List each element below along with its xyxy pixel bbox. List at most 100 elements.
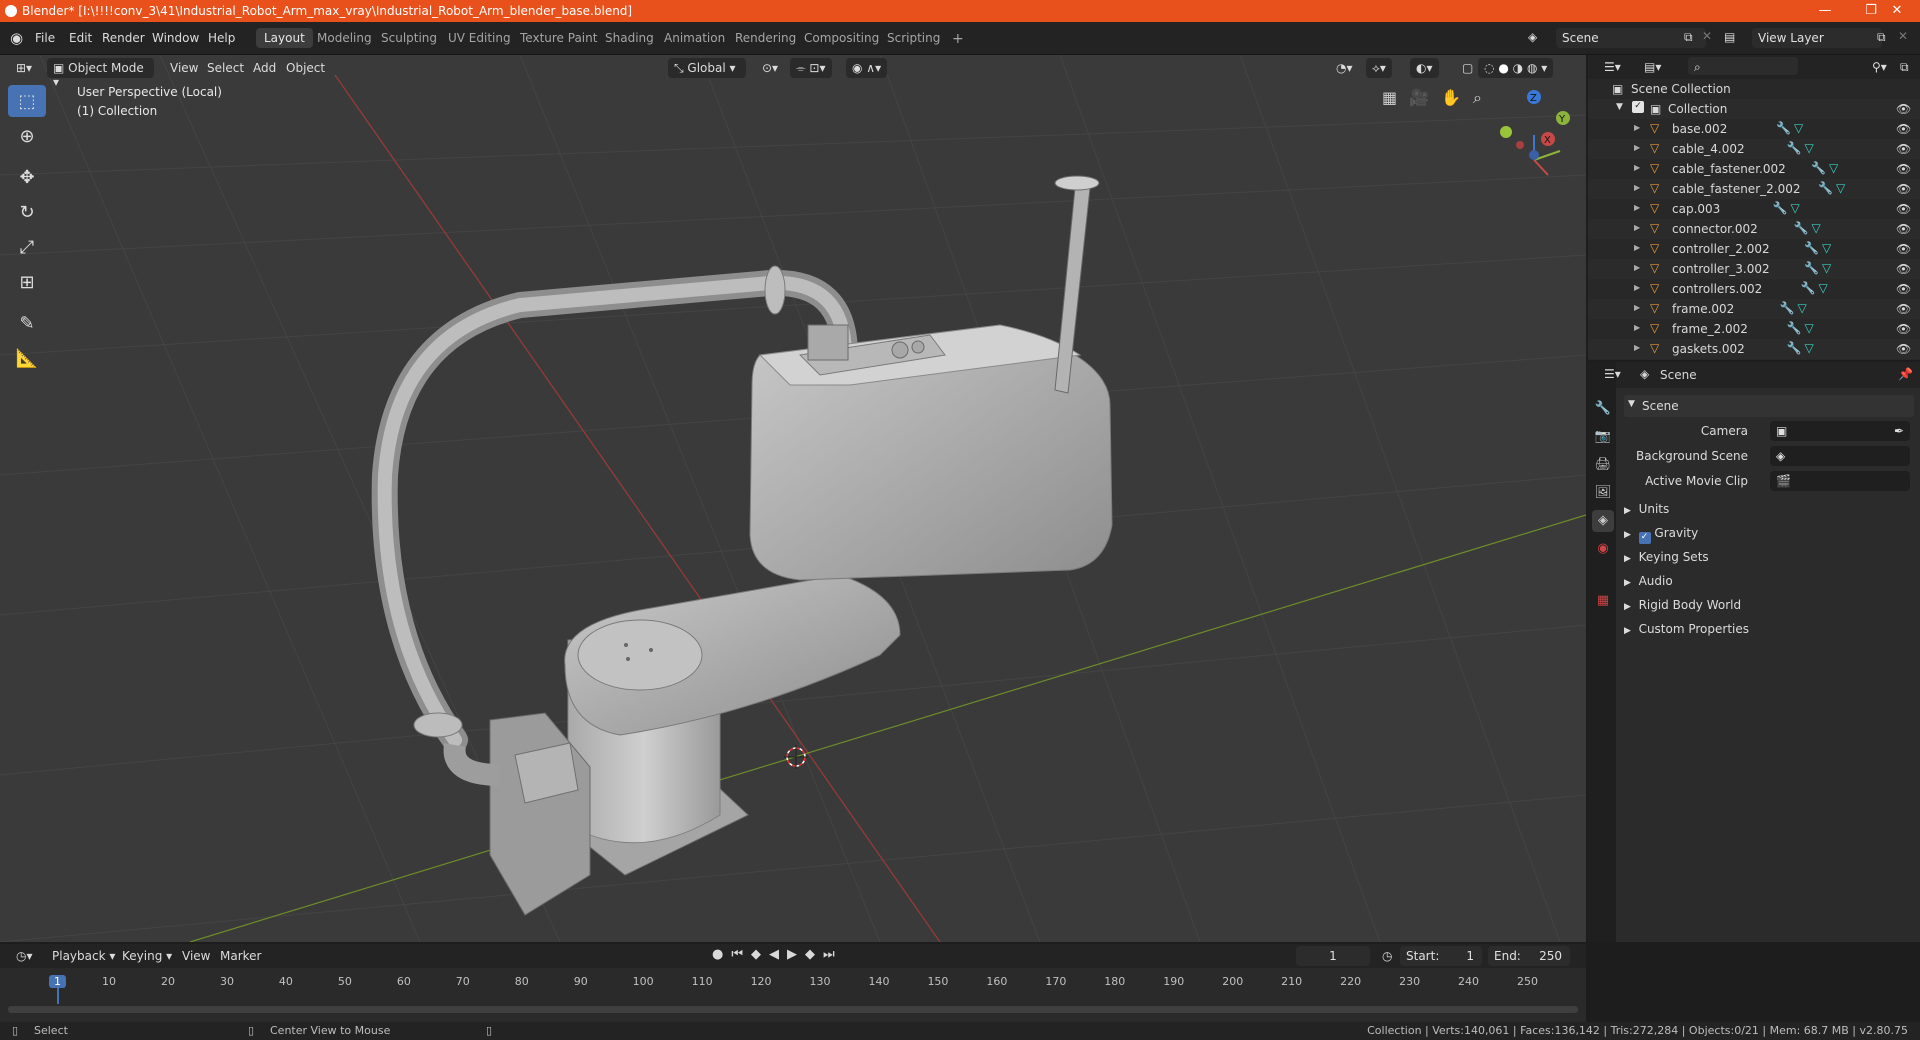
mesh-data-icon[interactable]: ▽ [1819, 281, 1828, 295]
viewport-menu-object[interactable]: Object [280, 58, 331, 78]
keying-sets-panel-header[interactable]: ▶ Keying Sets [1624, 550, 1709, 564]
modifier-icon[interactable]: 🔧 [1787, 341, 1802, 355]
mode-selector[interactable]: ▣ Object Mode ▾ [47, 58, 154, 89]
custom-properties-panel-header[interactable]: ▶ Custom Properties [1624, 622, 1749, 636]
scale-tool[interactable]: ⤢ [8, 231, 46, 263]
outliner-item[interactable]: ▶ ▽ cap.003 🔧 ▽ 👁 [1588, 199, 1920, 219]
eye-icon[interactable]: 👁 [1896, 302, 1911, 316]
camera-view-icon[interactable]: 🎥 [1409, 88, 1441, 107]
mesh-data-icon[interactable]: ▽ [1836, 181, 1845, 195]
outliner-item[interactable]: ▶ ▽ frame.002 🔧 ▽ 👁 [1588, 299, 1920, 319]
modifier-icon[interactable]: 🔧 [1794, 221, 1809, 235]
visibility-icon[interactable]: ◔▾ [1330, 58, 1359, 78]
world-tab-icon[interactable]: ◉ [1592, 538, 1614, 560]
gizmos-icon[interactable]: ⟡▾ [1366, 58, 1392, 78]
material-shading-icon[interactable]: ◑ [1513, 61, 1523, 75]
filter-icon[interactable]: ⚲▾ [1866, 57, 1893, 77]
tool-tab-icon[interactable]: 🔧 [1592, 398, 1614, 420]
scene-collection-row[interactable]: ▣ Scene Collection [1588, 79, 1920, 99]
minimize-button[interactable]: — [1802, 1, 1848, 21]
scene-tab-icon[interactable]: ◈ [1592, 510, 1614, 532]
measure-tool[interactable]: 📐 [8, 342, 46, 374]
texture-tab-icon[interactable]: ▦ [1592, 590, 1614, 612]
eye-icon[interactable]: 👁 [1896, 202, 1911, 216]
modifier-icon[interactable]: 🔧 [1804, 261, 1819, 275]
modifier-icon[interactable]: 🔧 [1773, 201, 1788, 215]
tab-texture-paint[interactable]: Texture Paint [512, 28, 605, 48]
viewport-menu-select[interactable]: Select [201, 58, 250, 78]
mesh-data-icon[interactable]: ▽ [1822, 241, 1831, 255]
eye-icon[interactable]: 👁 [1896, 182, 1911, 196]
modifier-icon[interactable]: 🔧 [1780, 301, 1795, 315]
mesh-data-icon[interactable]: ▽ [1805, 341, 1814, 355]
camera-field[interactable]: ▣ ✒ [1770, 421, 1910, 441]
eyedropper-icon[interactable]: ✒ [1894, 424, 1904, 438]
chevron-right-icon[interactable]: ▶ [1634, 203, 1640, 212]
scene-selector-icon[interactable]: ◈ [1528, 30, 1537, 44]
eye-icon[interactable]: 👁 [1896, 222, 1911, 236]
add-workspace-icon[interactable]: + [944, 28, 972, 48]
chevron-right-icon[interactable]: ▶ [1634, 163, 1640, 172]
eye-icon[interactable]: 👁 [1896, 242, 1911, 256]
gravity-panel-header[interactable]: ▶ ✓ Gravity [1624, 526, 1698, 544]
mesh-data-icon[interactable]: ▽ [1829, 161, 1838, 175]
3d-viewport[interactable]: Z Y X ⊞▾ ▣ Object Mode ▾ View Select Add… [0, 55, 1586, 942]
pin-icon[interactable]: 📌 [1898, 367, 1913, 381]
units-panel-header[interactable]: ▶ Units [1624, 502, 1669, 516]
new-scene-icon[interactable]: ⧉ [1684, 30, 1693, 45]
outliner-item[interactable]: ▶ ▽ cable_fastener.002 🔧 ▽ 👁 [1588, 159, 1920, 179]
shading-modes[interactable]: ◌ ● ◑ ◍ ▾ [1478, 58, 1554, 78]
menu-file[interactable]: File [35, 31, 55, 45]
view-layer-icon[interactable]: ▤ [1724, 30, 1735, 44]
eye-icon[interactable]: 👁 [1896, 142, 1911, 156]
mesh-data-icon[interactable]: ▽ [1812, 221, 1821, 235]
viewport-menu-add[interactable]: Add [247, 58, 282, 78]
remove-view-layer-icon[interactable]: ✕ [1898, 29, 1908, 43]
select-box-tool[interactable]: ⬚ [8, 85, 46, 117]
eye-icon[interactable]: 👁 [1896, 102, 1911, 116]
output-tab-icon[interactable]: 🖨 [1592, 454, 1614, 476]
eye-icon[interactable]: 👁 [1896, 322, 1911, 336]
pan-view-icon[interactable]: ✋ [1441, 88, 1473, 107]
wireframe-shading-icon[interactable]: ◌ [1484, 61, 1494, 75]
menu-render[interactable]: Render [102, 31, 145, 45]
active-movie-clip-field[interactable]: 🎬 [1770, 471, 1910, 491]
render-tab-icon[interactable]: 📷 [1592, 426, 1614, 448]
tab-rendering[interactable]: Rendering [727, 28, 804, 48]
proportional-edit-icon[interactable]: ◉ ∧▾ [846, 58, 888, 78]
editor-type-icon[interactable]: ⊞▾ [10, 58, 38, 78]
collection-checkbox[interactable]: ✓ [1632, 101, 1644, 113]
new-collection-icon[interactable]: ⧉ [1894, 57, 1915, 77]
chevron-right-icon[interactable]: ▶ [1634, 223, 1640, 232]
move-tool[interactable]: ✥ [8, 161, 46, 193]
outliner-item[interactable]: ▶ ▽ gaskets.002 🔧 ▽ 👁 [1588, 339, 1920, 359]
tab-modeling[interactable]: Modeling [309, 28, 380, 48]
modifier-icon[interactable]: 🔧 [1787, 321, 1802, 335]
solid-shading-icon[interactable]: ● [1498, 61, 1508, 75]
outliner-editor-type-icon[interactable]: ☰▾ [1598, 57, 1627, 77]
mesh-data-icon[interactable]: ▽ [1791, 201, 1800, 215]
eye-icon[interactable]: 👁 [1896, 282, 1911, 296]
background-scene-field[interactable]: ◈ [1770, 446, 1910, 466]
outliner-item[interactable]: ▶ ▽ cable_4.002 🔧 ▽ 👁 [1588, 139, 1920, 159]
xray-icon[interactable]: ▢ [1456, 58, 1479, 78]
modifier-icon[interactable]: 🔧 [1818, 181, 1833, 195]
chevron-right-icon[interactable]: ▶ [1634, 143, 1640, 152]
gravity-checkbox[interactable]: ✓ [1638, 532, 1651, 544]
chevron-right-icon[interactable]: ▶ [1634, 323, 1640, 332]
outliner-item[interactable]: ▶ ▽ controller_3.002 🔧 ▽ 👁 [1588, 259, 1920, 279]
tab-scripting[interactable]: Scripting [879, 28, 948, 48]
chevron-right-icon[interactable]: ▶ [1634, 283, 1640, 292]
audio-panel-header[interactable]: ▶ Audio [1624, 574, 1673, 588]
view-layer-field[interactable]: View Layer [1752, 28, 1882, 48]
new-view-layer-icon[interactable]: ⧉ [1877, 30, 1886, 45]
chevron-right-icon[interactable]: ▶ [1634, 243, 1640, 252]
close-button[interactable]: ✕ [1874, 1, 1920, 21]
tab-uv-editing[interactable]: UV Editing [440, 28, 519, 48]
chevron-right-icon[interactable]: ▶ [1634, 123, 1640, 132]
tab-sculpting[interactable]: Sculpting [373, 28, 445, 48]
modifier-icon[interactable]: 🔧 [1804, 241, 1819, 255]
rigid-body-world-panel-header[interactable]: ▶ Rigid Body World [1624, 598, 1741, 612]
overlays-icon[interactable]: ◐▾ [1410, 58, 1439, 78]
rotate-tool[interactable]: ↻ [8, 196, 46, 228]
